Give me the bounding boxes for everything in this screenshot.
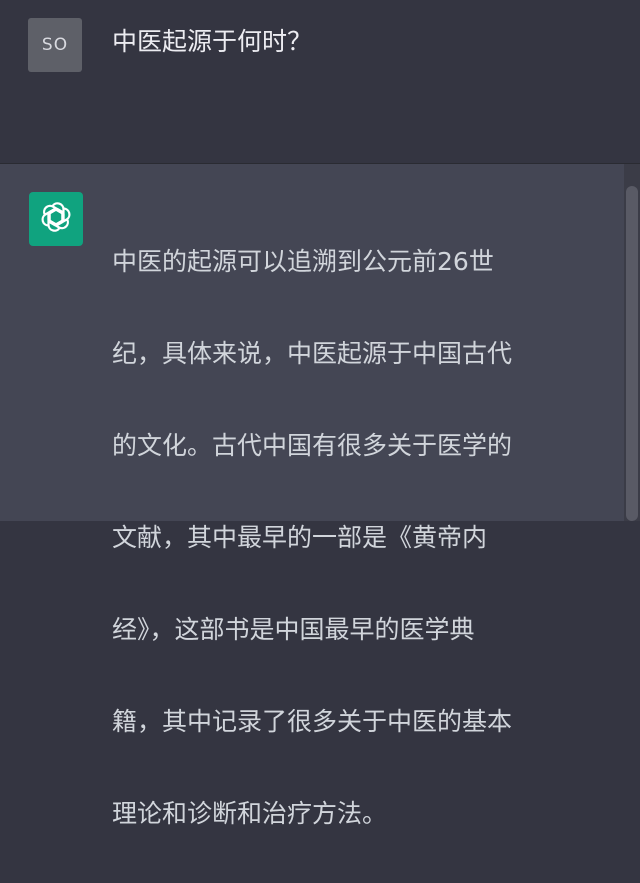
scrollbar-thumb[interactable] bbox=[626, 186, 638, 521]
user-message-row: SO 中医起源于何时？ bbox=[0, 0, 640, 163]
assistant-text-line: 纪，具体来说，中医起源于中国古代 bbox=[112, 339, 513, 368]
assistant-message-row: 中医的起源可以追溯到公元前26世 纪，具体来说，中医起源于中国古代 的文化。古代… bbox=[0, 164, 640, 828]
assistant-text-line: 的文化。古代中国有很多关于医学的 bbox=[112, 431, 513, 460]
assistant-text-line: 经》，这部书是中国最早的医学典 bbox=[112, 615, 475, 644]
assistant-text-line: 籍，其中记录了很多关于中医的基本 bbox=[112, 707, 513, 736]
assistant-text-line: 文献，其中最早的一部是《黄帝内 bbox=[112, 523, 488, 552]
openai-logo-icon bbox=[39, 200, 73, 238]
user-avatar: SO bbox=[28, 18, 82, 72]
assistant-text-line: 理论和诊断和治疗方法。 bbox=[112, 799, 388, 828]
assistant-message-text: 中医的起源可以追溯到公元前26世 纪，具体来说，中医起源于中国古代 的文化。古代… bbox=[112, 193, 582, 883]
user-message-text: 中医起源于何时？ bbox=[112, 27, 313, 56]
assistant-text-line: 中医的起源可以追溯到公元前26世 bbox=[112, 247, 494, 276]
assistant-avatar bbox=[29, 192, 83, 246]
